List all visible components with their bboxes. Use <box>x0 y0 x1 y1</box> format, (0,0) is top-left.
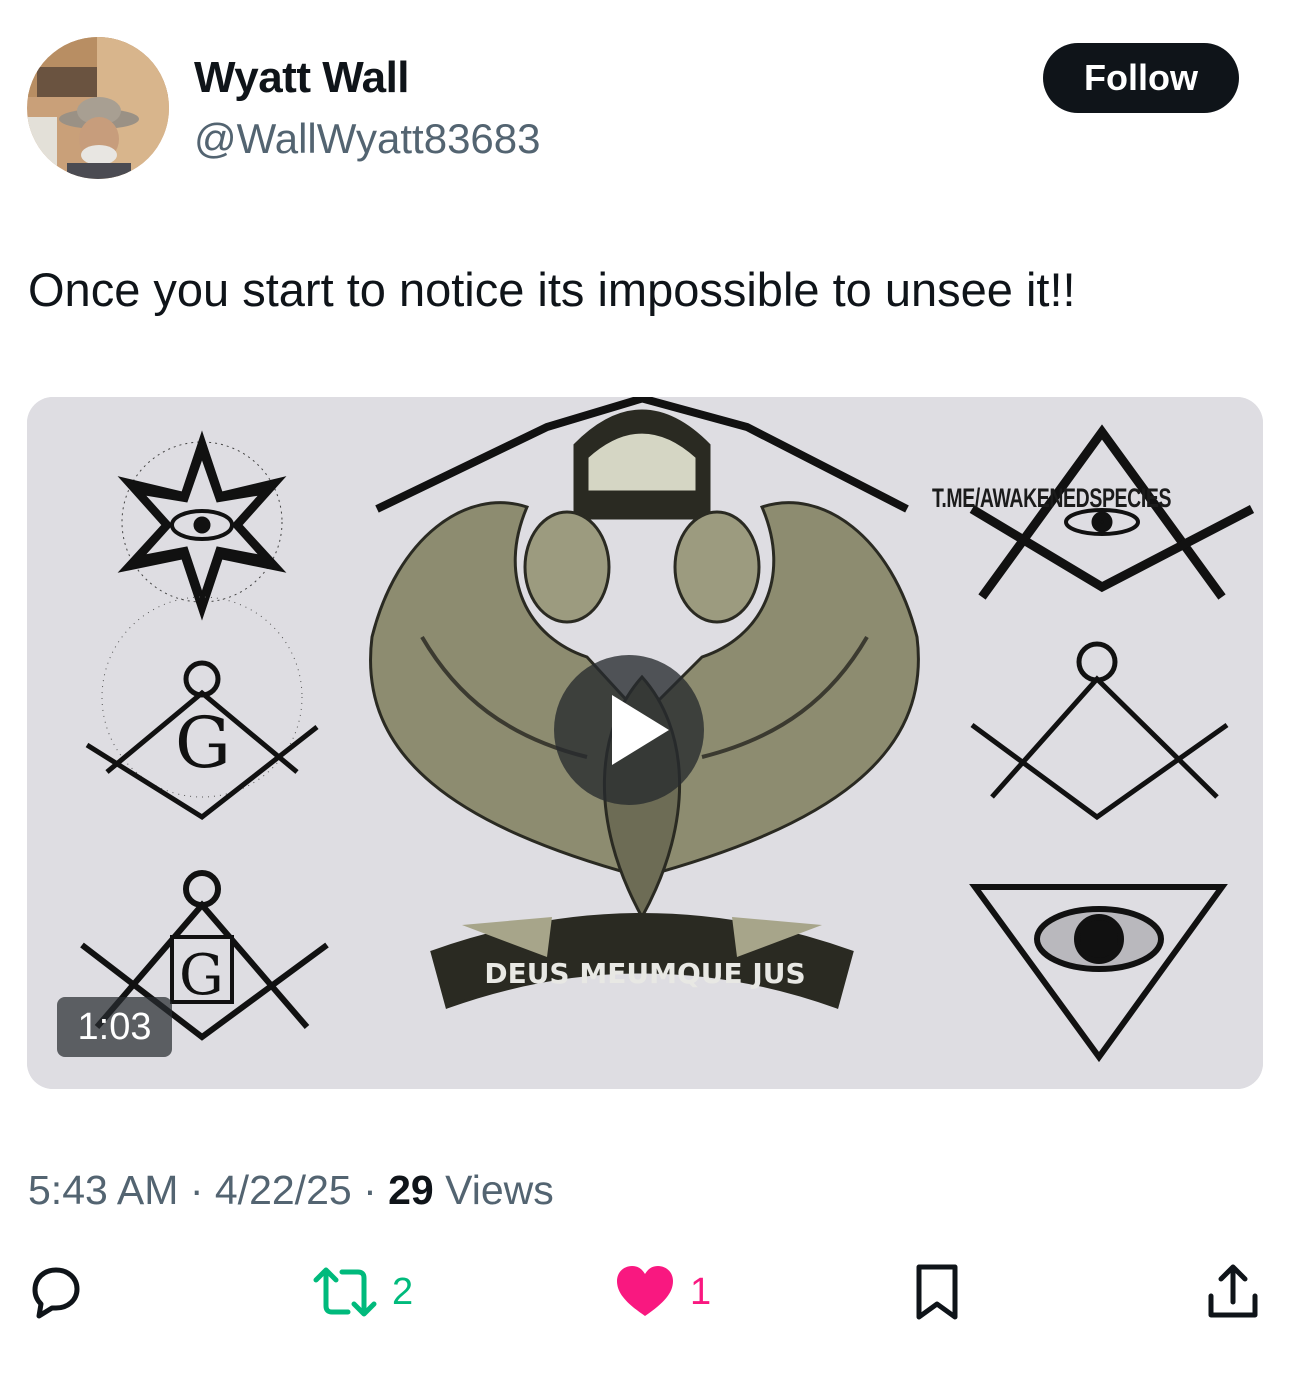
bookmark-button[interactable] <box>907 1262 967 1322</box>
share-button[interactable] <box>1203 1262 1263 1322</box>
like-button[interactable]: 1 <box>614 1262 711 1322</box>
video-watermark: T.ME/AWAKENEDSPECIES <box>932 483 1172 513</box>
avatar[interactable] <box>27 37 169 179</box>
video-duration: 1:03 <box>57 997 172 1057</box>
play-icon <box>612 695 669 765</box>
views-count: 29 <box>388 1167 434 1213</box>
meta-separator: · <box>351 1167 389 1213</box>
tweet-time[interactable]: 5:43 AM <box>28 1167 178 1213</box>
tweet-text: Once you start to notice its impossible … <box>28 263 1076 316</box>
video-player[interactable]: G G DEUS MEUMQUE JUS T.ME/AWAKENEDSPECIE… <box>27 397 1263 1089</box>
user-handle[interactable]: @WallWyatt83683 <box>194 112 541 166</box>
svg-text:G: G <box>175 702 231 784</box>
avatar-photo <box>27 37 169 179</box>
retweet-button[interactable]: 2 <box>312 1262 413 1322</box>
display-name[interactable]: Wyatt Wall <box>194 50 410 106</box>
meta-separator: · <box>178 1167 215 1213</box>
tweet-date[interactable]: 4/22/25 <box>215 1167 352 1213</box>
tweet-meta: 5:43 AM · 4/22/25 · 29 Views <box>28 1163 554 1217</box>
retweet-icon <box>313 1267 377 1317</box>
bookmark-icon <box>916 1264 958 1320</box>
heart-icon <box>617 1266 673 1316</box>
follow-button[interactable]: Follow <box>1043 43 1239 113</box>
retweet-count: 2 <box>392 1270 414 1313</box>
views-label: Views <box>433 1167 554 1213</box>
eagle-banner-text: DEUS MEUMQUE JUS <box>484 957 805 990</box>
like-count: 1 <box>690 1270 712 1313</box>
share-icon <box>1208 1264 1258 1318</box>
reply-button[interactable] <box>25 1262 85 1322</box>
play-button[interactable] <box>554 655 704 805</box>
reply-icon <box>32 1267 80 1319</box>
svg-text:G: G <box>179 943 224 1008</box>
